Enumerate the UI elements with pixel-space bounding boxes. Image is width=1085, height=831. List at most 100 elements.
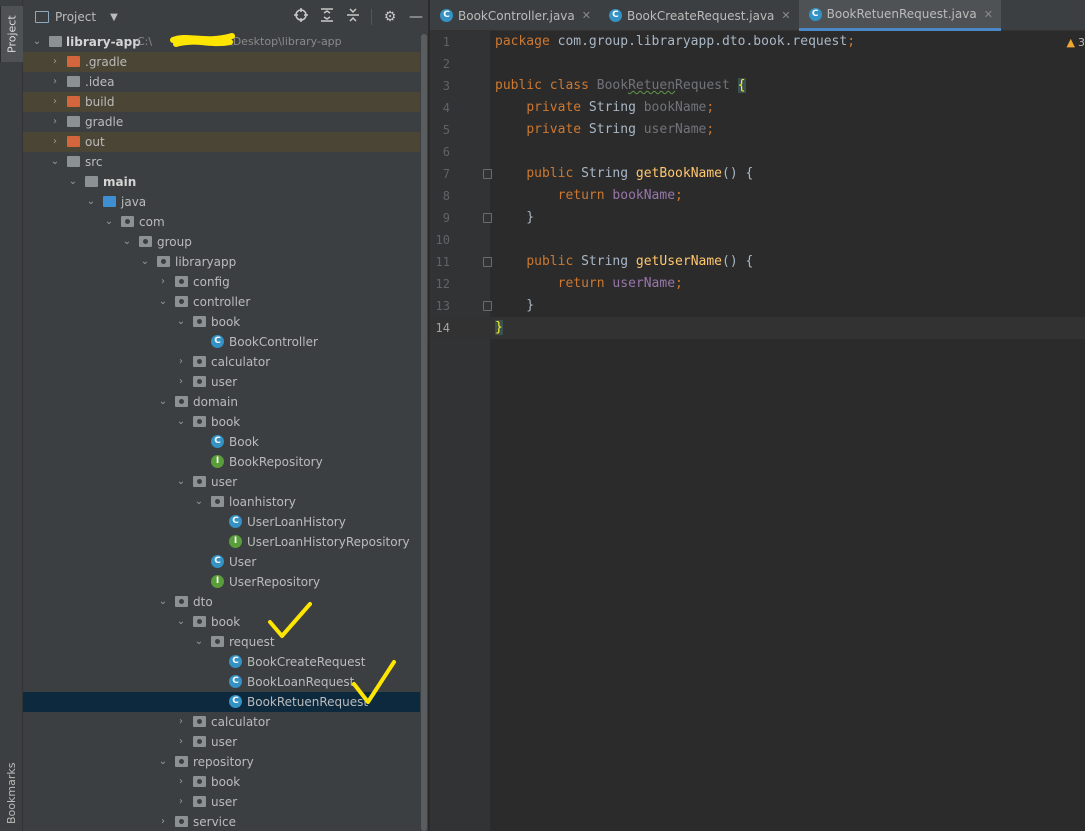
chevron-right-icon[interactable]: ›	[175, 732, 187, 752]
code-line[interactable]: 12 return userName;	[430, 273, 1085, 295]
close-icon[interactable]: ✕	[984, 8, 993, 21]
chevron-down-icon[interactable]: ⌄	[121, 232, 133, 252]
tree-node[interactable]: › service	[23, 812, 428, 831]
scrollbar-thumb[interactable]	[421, 34, 427, 831]
tree-node[interactable]: › user	[23, 372, 428, 392]
code-line[interactable]: 5 private String userName;	[430, 119, 1085, 141]
code-view[interactable]: 1 package com.group.libraryapp.dto.book.r…	[430, 31, 1085, 339]
chevron-right-icon[interactable]: ›	[175, 712, 187, 732]
project-view-selector[interactable]: Project	[55, 10, 96, 24]
collapse-all-icon[interactable]	[345, 8, 361, 26]
close-icon[interactable]: ✕	[781, 9, 790, 22]
tree-node[interactable]: ⌄ book	[23, 412, 428, 432]
chevron-right-icon[interactable]: ›	[157, 272, 169, 292]
tree-node[interactable]: ⌄ main	[23, 172, 428, 192]
tree-node[interactable]: › build	[23, 92, 428, 112]
chevron-down-icon[interactable]: ⌄	[49, 152, 61, 172]
chevron-right-icon[interactable]: ›	[49, 132, 61, 152]
code-line[interactable]: 11 public String getUserName() {	[430, 251, 1085, 273]
expand-all-icon[interactable]	[319, 8, 335, 26]
tree-node[interactable]: I UserLoanHistoryRepository	[23, 532, 428, 552]
chevron-down-icon[interactable]: ⌄	[175, 412, 187, 432]
code-line[interactable]: 8 return bookName;	[430, 185, 1085, 207]
close-icon[interactable]: ✕	[582, 9, 591, 22]
fold-marker-icon[interactable]	[483, 257, 492, 267]
tree-node[interactable]: ⌄ com	[23, 212, 428, 232]
fold-marker-icon[interactable]	[483, 169, 492, 179]
chevron-down-icon[interactable]: ⌄	[31, 32, 43, 52]
tree-node[interactable]: › config	[23, 272, 428, 292]
code-line[interactable]: 9 }	[430, 207, 1085, 229]
tree-node[interactable]: › gradle	[23, 112, 428, 132]
editor-tab[interactable]: C BookController.java ✕	[430, 0, 599, 31]
tree-node[interactable]: C BookController	[23, 332, 428, 352]
tree-node[interactable]: › book	[23, 772, 428, 792]
editor-tab[interactable]: C BookRetuenRequest.java ✕	[798, 0, 1001, 31]
chevron-down-icon[interactable]: ⌄	[175, 612, 187, 632]
code-line[interactable]: 14}	[430, 317, 1085, 339]
chevron-right-icon[interactable]: ›	[175, 352, 187, 372]
chevron-down-icon[interactable]: ⌄	[67, 172, 79, 192]
tree-node[interactable]: ⌄ book	[23, 612, 428, 632]
tree-node[interactable]: › calculator	[23, 712, 428, 732]
tree-node[interactable]: C User	[23, 552, 428, 572]
tree-node[interactable]: I BookRepository	[23, 452, 428, 472]
project-scrollbar[interactable]	[420, 34, 428, 831]
chevron-right-icon[interactable]: ›	[175, 372, 187, 392]
chevron-down-icon[interactable]: ⌄	[157, 292, 169, 312]
project-tool-tab[interactable]: Project	[0, 6, 23, 62]
chevron-down-icon[interactable]: ⌄	[157, 592, 169, 612]
chevron-right-icon[interactable]: ›	[175, 792, 187, 812]
tree-node[interactable]: ⌄ repository	[23, 752, 428, 772]
code-line[interactable]: 2	[430, 53, 1085, 75]
code-line[interactable]: 7 public String getBookName() {	[430, 163, 1085, 185]
chevron-right-icon[interactable]: ›	[49, 112, 61, 132]
code-line[interactable]: 10	[430, 229, 1085, 251]
tree-node[interactable]: › user	[23, 792, 428, 812]
tree-node[interactable]: ⌄ controller	[23, 292, 428, 312]
chevron-down-icon[interactable]: ⌄	[175, 472, 187, 492]
tree-node[interactable]: ⌄ book	[23, 312, 428, 332]
chevron-right-icon[interactable]: ›	[175, 772, 187, 792]
chevron-down-icon[interactable]: ⌄	[157, 752, 169, 772]
tree-node[interactable]: ⌄ src	[23, 152, 428, 172]
tree-node[interactable]: ⌄ loanhistory	[23, 492, 428, 512]
chevron-down-icon[interactable]: ⌄	[175, 312, 187, 332]
tree-node[interactable]: › .gradle	[23, 52, 428, 72]
code-line[interactable]: 3 public class BookRetuenRequest {	[430, 75, 1085, 97]
chevron-down-icon[interactable]: ⌄	[139, 252, 151, 272]
chevron-down-icon[interactable]: ⌄	[103, 212, 115, 232]
tree-node[interactable]: ⌄ request	[23, 632, 428, 652]
code-line[interactable]: 4 private String bookName;	[430, 97, 1085, 119]
gear-icon[interactable]: ⚙	[382, 9, 398, 25]
fold-marker-icon[interactable]	[483, 301, 492, 311]
tree-node[interactable]: ⌄ group	[23, 232, 428, 252]
code-line[interactable]: 13 }	[430, 295, 1085, 317]
tree-node[interactable]: C Book	[23, 432, 428, 452]
chevron-down-icon[interactable]: ⌄	[193, 632, 205, 652]
chevron-right-icon[interactable]: ›	[49, 92, 61, 112]
tree-node[interactable]: › .idea	[23, 72, 428, 92]
code-line[interactable]: 6	[430, 141, 1085, 163]
chevron-down-icon[interactable]: ⌄	[193, 492, 205, 512]
chevron-down-icon[interactable]: ⌄	[157, 392, 169, 412]
tree-node[interactable]: ⌄ user	[23, 472, 428, 492]
chevron-right-icon[interactable]: ›	[49, 72, 61, 92]
fold-marker-icon[interactable]	[483, 213, 492, 223]
tree-node[interactable]: ⌄ domain	[23, 392, 428, 412]
tree-node[interactable]: ⌄ dto	[23, 592, 428, 612]
crosshair-icon[interactable]	[293, 8, 309, 26]
tree-node[interactable]: ⌄ java	[23, 192, 428, 212]
tree-node[interactable]: › calculator	[23, 352, 428, 372]
chevron-right-icon[interactable]: ›	[157, 812, 169, 831]
tree-node[interactable]: ⌄ libraryapp	[23, 252, 428, 272]
chevron-down-icon[interactable]: ▼	[110, 12, 118, 23]
chevron-right-icon[interactable]: ›	[49, 52, 61, 72]
tree-node[interactable]: › out	[23, 132, 428, 152]
chevron-down-icon[interactable]: ⌄	[85, 192, 97, 212]
inspection-widget[interactable]: ▲ 3	[1067, 36, 1085, 49]
tree-node[interactable]: C UserLoanHistory	[23, 512, 428, 532]
bookmarks-tool-tab[interactable]: Bookmarks	[0, 760, 23, 826]
editor-tab[interactable]: C BookCreateRequest.java ✕	[599, 0, 799, 31]
tree-node[interactable]: › user	[23, 732, 428, 752]
